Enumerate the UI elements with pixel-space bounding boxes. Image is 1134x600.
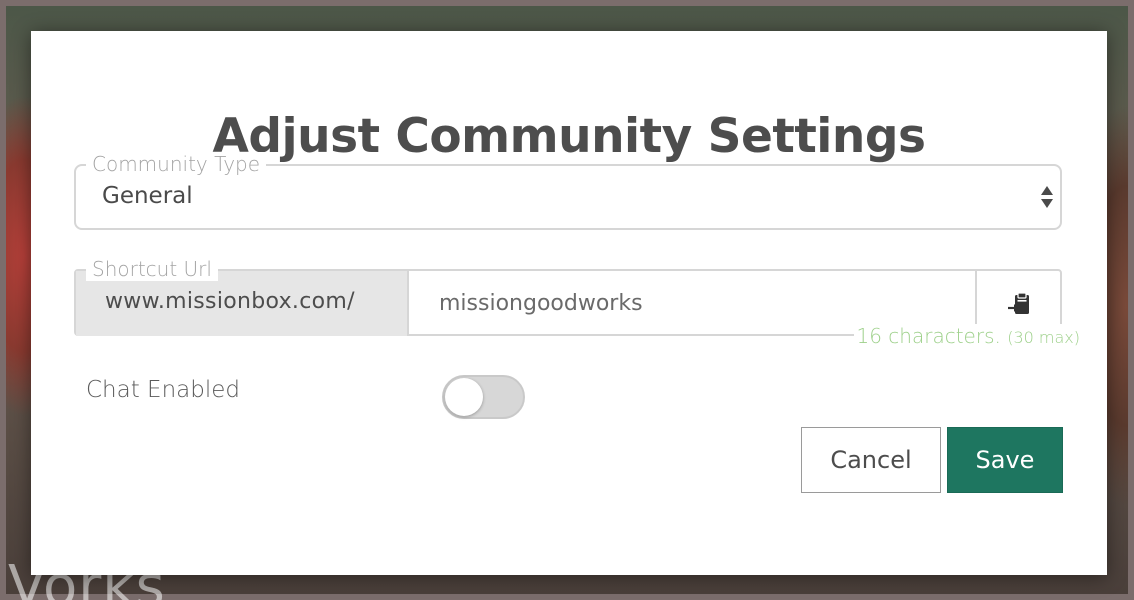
char-count: 16 characters. (30 max)	[854, 324, 1082, 348]
clipboard-paste-icon	[1007, 291, 1029, 314]
community-type-value: General	[102, 183, 193, 209]
community-type-legend: Community Type	[86, 152, 267, 176]
cancel-button[interactable]: Cancel	[801, 427, 941, 493]
shortcut-url-legend: Shortcut Url	[86, 257, 218, 281]
toggle-knob	[445, 378, 483, 416]
save-button[interactable]: Save	[947, 427, 1063, 493]
chat-enabled-label: Chat Enabled	[86, 377, 241, 403]
select-arrows-icon	[1041, 186, 1053, 208]
settings-modal: Adjust Community Settings Community Type…	[31, 31, 1107, 575]
url-prefix-text: www.missionbox.com/	[105, 289, 355, 314]
char-max-text: (30 max)	[1007, 328, 1080, 347]
chat-enabled-toggle[interactable]	[442, 375, 525, 419]
char-count-text: 16 characters.	[856, 324, 1001, 348]
community-type-select[interactable]: Community Type General	[74, 152, 1062, 230]
